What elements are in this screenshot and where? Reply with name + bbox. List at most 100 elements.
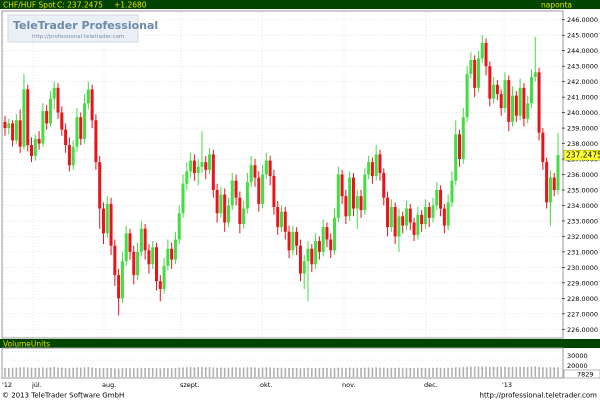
candle-body (120, 261, 124, 299)
header-change: +1.2680 (114, 1, 147, 10)
candle-body (26, 89, 30, 146)
candle-body (363, 174, 367, 211)
date-axis: '12 júl. aug. szept. okt. nov. dec. '13 (2, 381, 512, 389)
candle-body (314, 241, 318, 265)
volume-axis: 30000 20000 10000 7829 (563, 352, 600, 379)
candle-body (484, 42, 488, 67)
price-tick-label: 232.0000 (567, 233, 598, 241)
price-tick-label: 241.0000 (567, 94, 598, 102)
candle-body (219, 194, 223, 214)
price-tick-label: 246.0000 (567, 16, 598, 24)
candle-body (378, 154, 382, 173)
candle-body (480, 42, 484, 59)
candle-body (291, 231, 295, 251)
footer-url[interactable]: http://professional.teletrader.com (480, 392, 598, 400)
candle-body (41, 111, 45, 144)
candle-body (321, 227, 325, 252)
candle-body (3, 121, 7, 129)
price-tick-label: 228.0000 (567, 295, 598, 303)
candle-body (545, 162, 549, 203)
x-tick-label: aug. (102, 381, 116, 389)
candle-body (211, 154, 215, 190)
candle-body (397, 216, 401, 237)
candle-body (469, 59, 473, 74)
candle-body (151, 247, 155, 265)
candle-body (276, 207, 280, 228)
volume-last-label: 7829 (577, 371, 594, 379)
candle-body (499, 94, 503, 108)
candle-body (56, 87, 60, 113)
candle-body (223, 194, 227, 223)
candle-body (310, 248, 314, 265)
candle-body (537, 72, 541, 133)
candle-body (37, 138, 41, 144)
candle-body (64, 129, 68, 146)
price-tick-label: 235.0000 (567, 186, 598, 194)
candle-body (33, 138, 37, 156)
candle-body (533, 72, 537, 77)
candle-body (329, 239, 333, 251)
candle-body (404, 208, 408, 226)
candle-body (529, 77, 533, 104)
candle-body (109, 203, 113, 246)
candle-body (105, 203, 109, 234)
header-instrument: CHF/HUF Spot (3, 1, 56, 10)
candle-body (98, 162, 102, 209)
candle-body (306, 248, 310, 262)
candle-body (52, 87, 56, 99)
price-tick-label: 233.0000 (567, 217, 598, 225)
x-tick-label: dec. (424, 381, 438, 389)
candle-body (465, 73, 469, 118)
price-tick-label: 243.0000 (567, 63, 598, 71)
candle-body (18, 120, 22, 147)
candle-body (287, 231, 291, 251)
price-tick-label: 238.0000 (567, 140, 598, 148)
candle-body (71, 146, 75, 166)
candle-body (272, 176, 276, 207)
candle-body (526, 103, 530, 119)
candle-body (283, 211, 287, 232)
price-tick-label: 242.0000 (567, 78, 598, 86)
price-axis: 226.0000 227.0000 228.0000 229.0000 230.0000… (562, 16, 598, 334)
candle-body (48, 98, 52, 124)
candle-body (196, 166, 200, 173)
candle-body (348, 177, 352, 217)
price-tick-label: 234.0000 (567, 202, 598, 210)
candle-body (333, 217, 337, 251)
candle-body (173, 239, 177, 260)
candle-body (344, 196, 348, 217)
candle-body (208, 154, 212, 170)
candle-body (495, 84, 499, 95)
candle-body (420, 214, 424, 225)
candle-body (393, 207, 397, 237)
candle-body (162, 265, 166, 290)
candle-body (386, 197, 390, 228)
candle-body (435, 189, 439, 206)
candle-body (143, 228, 147, 251)
footer-copyright: © 2013 TeleTrader Software GmbH (2, 392, 124, 400)
candle-body (450, 180, 454, 203)
candle-body (522, 87, 526, 119)
candle-body (268, 160, 272, 177)
candle-body (75, 117, 79, 147)
x-tick-label: szept. (180, 381, 200, 389)
candle-body (431, 205, 435, 218)
candle-body (336, 174, 340, 218)
price-tick-label: 236.0000 (567, 171, 598, 179)
candle-body (192, 160, 196, 173)
price-tick-label: 239.0000 (567, 125, 598, 133)
candle-body (226, 205, 230, 223)
candle-body (503, 80, 507, 108)
candle-body (124, 233, 128, 262)
candle-body (60, 112, 64, 130)
price-tick-label: 244.0000 (567, 47, 598, 55)
candle-down (537, 67, 541, 141)
candle-body (514, 95, 518, 116)
price-tick-label: 240.0000 (567, 109, 598, 117)
price-tick-label: 230.0000 (567, 264, 598, 272)
volume-bars (4, 366, 559, 377)
x-tick-label: okt. (260, 381, 272, 389)
candle-body (253, 165, 257, 178)
candle-body (204, 162, 208, 170)
candle-body (181, 183, 185, 214)
